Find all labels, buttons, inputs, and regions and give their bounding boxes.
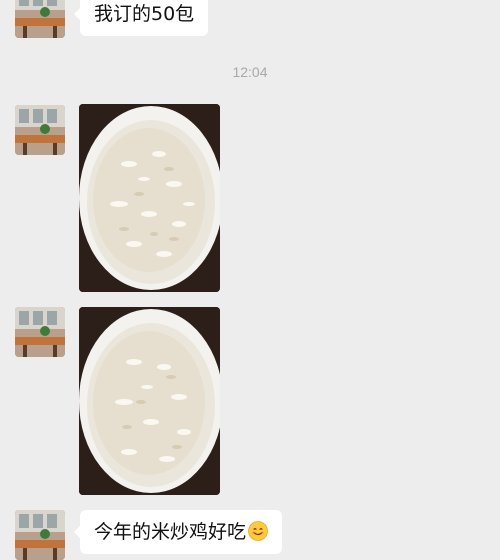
rice-bowl-photo-icon — [79, 307, 220, 495]
rice-bowl-photo-icon — [79, 104, 220, 292]
message-text: 今年的米炒鸡好吃 — [94, 521, 247, 543]
message-text: 我订的50包 — [94, 3, 195, 25]
sender-avatar[interactable] — [15, 105, 65, 155]
sender-avatar[interactable] — [15, 307, 65, 357]
sender-avatar[interactable] — [15, 0, 65, 38]
timestamp: 12:04 — [232, 64, 268, 80]
message-bubble[interactable]: 我订的50包 — [73, 0, 209, 36]
sender-avatar[interactable] — [15, 510, 65, 560]
image-message[interactable] — [79, 104, 220, 292]
smile-emoji-icon — [248, 521, 268, 541]
message-bubble[interactable]: 今年的米炒鸡好吃 — [73, 510, 283, 554]
image-message[interactable] — [79, 307, 220, 495]
